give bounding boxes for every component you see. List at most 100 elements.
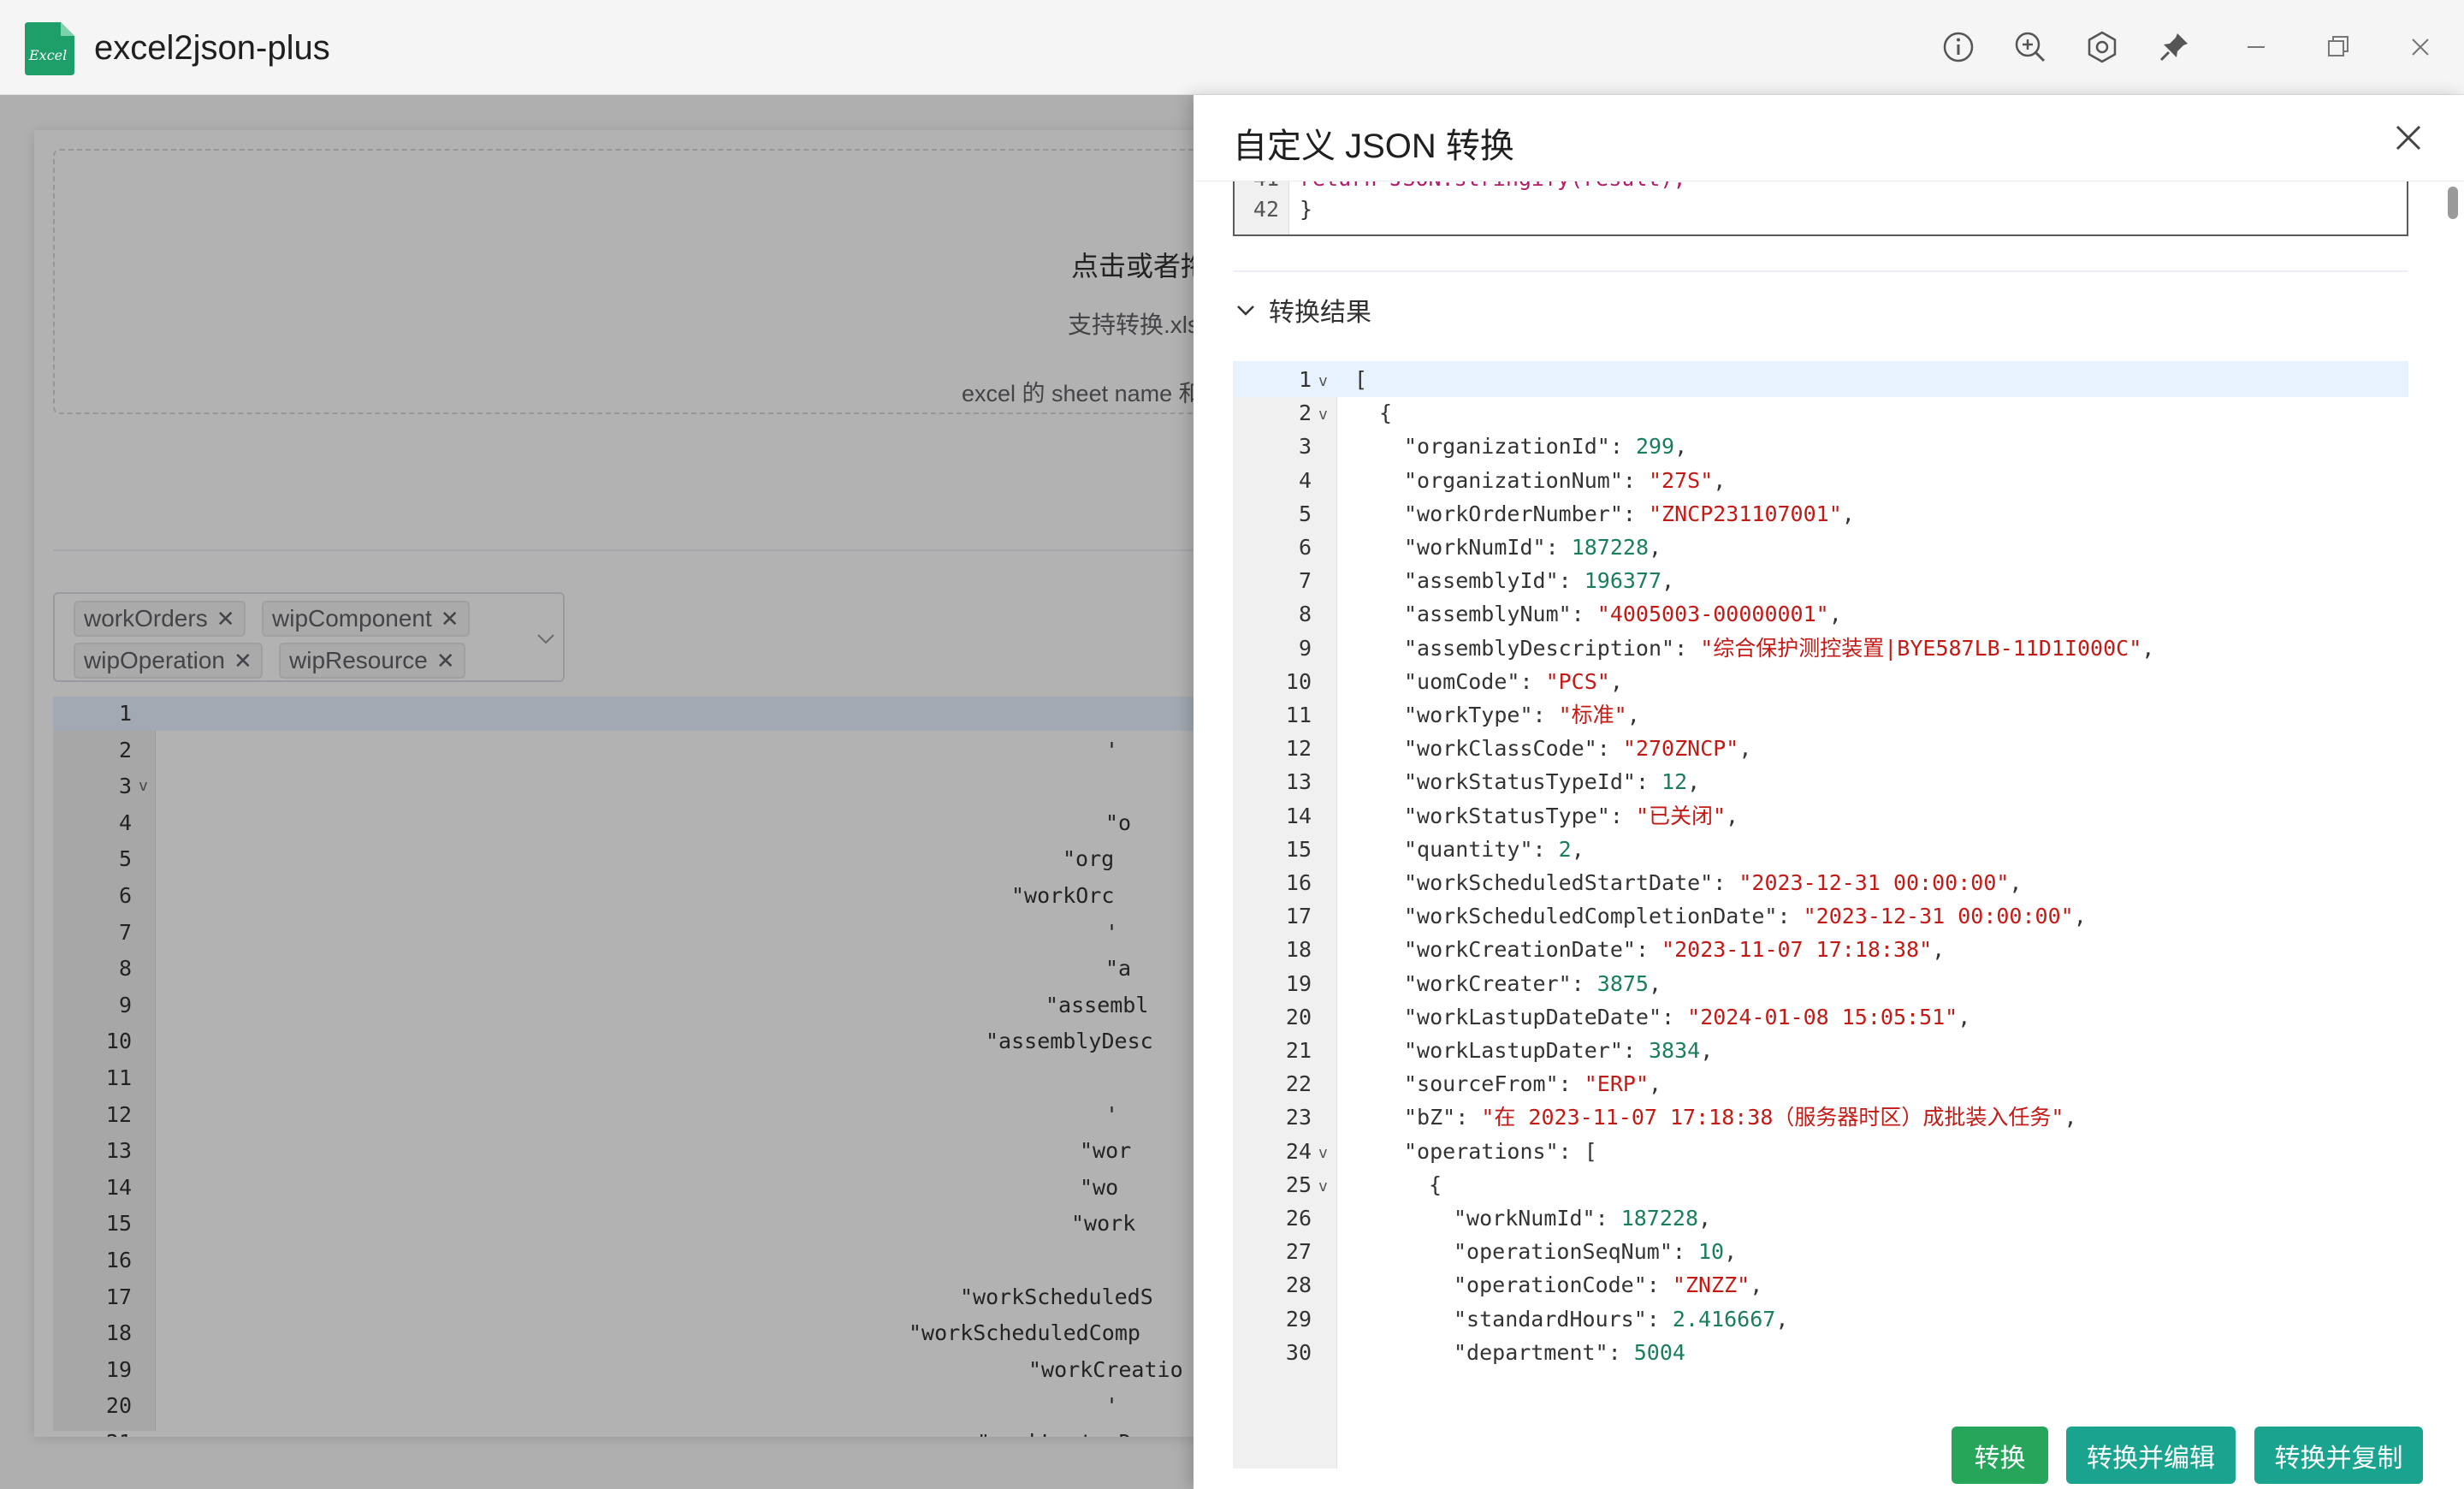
restore-icon[interactable] (2317, 26, 2360, 68)
json-punctuation: , (1775, 1306, 1789, 1332)
json-punctuation: : (1622, 1038, 1649, 1063)
json-punctuation: : (1674, 635, 1701, 661)
code-line: return JSON.stringify(result); (1300, 181, 1686, 191)
json-punctuation: : (1661, 1004, 1688, 1029)
line-number: 27 (1285, 1239, 1312, 1265)
code-text: "assemblyId": 196377, (1404, 564, 1674, 597)
json-key: "workStatusType" (1404, 803, 1610, 828)
json-punctuation: , (1713, 467, 1727, 493)
line-number: 2 (1298, 400, 1312, 426)
json-punctuation: : (1558, 568, 1584, 594)
json-punctuation: : [ (1558, 1138, 1597, 1164)
json-punctuation: , (1649, 535, 1662, 560)
code-text: "workCreater": 3875, (1404, 967, 1661, 1000)
code-text: "workType": "标准", (1404, 698, 1640, 732)
convert-and-edit-button[interactable]: 转换并编辑 (2066, 1427, 2236, 1484)
code-text: "workNumId": 187228, (1454, 1201, 1711, 1235)
json-punctuation: , (2141, 635, 2155, 661)
code-text: "organizationNum": "27S", (1404, 464, 1726, 497)
info-icon[interactable] (1937, 26, 1980, 68)
json-key: "workStatusTypeId" (1404, 769, 1636, 795)
line-number: 7 (1298, 568, 1312, 594)
json-punctuation: , (1828, 602, 1842, 627)
line-number: 41 (1235, 181, 1279, 191)
svg-text:Excel: Excel (28, 47, 67, 63)
json-key: "uomCode" (1404, 668, 1520, 694)
json-punctuation: , (2009, 870, 2023, 895)
json-punctuation: : (1622, 501, 1649, 526)
line-number: 14 (1285, 803, 1312, 828)
json-number-value: 10 (1697, 1239, 1725, 1265)
line-number: 20 (1285, 1004, 1312, 1029)
json-key: "quantity" (1404, 836, 1533, 862)
json-line: 7 "assemblyId": 196377, (1233, 564, 2408, 597)
json-line: 22 "sourceFrom": "ERP", (1233, 1067, 2408, 1100)
json-line: 4 "organizationNum": "27S", (1233, 464, 2408, 497)
json-string-value: "2023-11-07 17:18:38" (1661, 937, 1933, 963)
code-text: "workNumId": 187228, (1404, 531, 1661, 564)
json-line: 3 "organizationId": 299, (1233, 430, 2408, 463)
line-number: 24 (1285, 1138, 1312, 1164)
line-number: 12 (1285, 736, 1312, 762)
json-punctuation: , (1661, 568, 1675, 594)
json-key: "assemblyNum" (1404, 602, 1572, 627)
json-line: 20 "workLastupDateDate": "2024-01-08 15:0… (1233, 1000, 2408, 1034)
code-text: "department": 5004 (1454, 1336, 1685, 1369)
json-punctuation: , (2073, 904, 2087, 929)
json-string-value: "2024-01-08 15:05:51" (1687, 1004, 1958, 1029)
scrollbar-thumb[interactable] (2448, 187, 2458, 219)
convert-and-copy-button[interactable]: 转换并复制 (2254, 1427, 2423, 1484)
code-text: "organizationId": 299, (1404, 430, 1687, 463)
json-punctuation: : (1646, 1272, 1673, 1298)
json-string-value: "在 2023-11-07 17:18:38（服务器时区）成批装入任务" (1481, 1105, 2064, 1130)
json-key: "workClassCode" (1404, 736, 1597, 762)
json-punctuation: [ (1354, 367, 1368, 392)
script-editor[interactable]: 41 return JSON.stringify(result); 42 } (1233, 181, 2408, 236)
json-key: "assemblyId" (1404, 568, 1559, 594)
json-number-value: 2.416667 (1672, 1306, 1776, 1332)
minimize-icon[interactable] (2235, 26, 2277, 68)
close-icon[interactable] (2399, 26, 2442, 68)
drawer-close-icon[interactable] (2390, 119, 2427, 157)
settings-icon[interactable] (2081, 26, 2123, 68)
line-number: 15 (1285, 836, 1312, 862)
json-punctuation: : (1519, 668, 1546, 694)
json-key: "bZ" (1404, 1105, 1456, 1130)
json-punctuation: : (1713, 870, 1739, 895)
json-punctuation: , (1609, 668, 1623, 694)
code-text: [ (1354, 363, 1367, 396)
json-number-value: 299 (1635, 434, 1675, 460)
fold-toggle-icon[interactable]: v (1318, 1136, 1328, 1170)
json-line: 12 "workClassCode": "270ZNCP", (1233, 732, 2408, 765)
json-punctuation: : (1608, 1339, 1634, 1365)
line-number: 3 (1298, 434, 1312, 460)
zoom-in-icon[interactable] (2009, 26, 2052, 68)
json-line: 2 v { (1233, 396, 2408, 430)
json-key: "workNumId" (1404, 535, 1546, 560)
json-punctuation: : (1532, 836, 1559, 862)
line-number: 5 (1298, 501, 1312, 526)
line-number: 21 (1285, 1038, 1312, 1063)
json-line: 9 "assemblyDescription": "综合保护测控装置|BYE587… (1233, 632, 2408, 665)
json-line: 17 "workScheduledCompletionDate": "2023-1… (1233, 899, 2408, 933)
line-number: 8 (1298, 602, 1312, 627)
line-number: 9 (1298, 635, 1312, 661)
pin-icon[interactable] (2153, 26, 2195, 68)
json-line: 23 "bZ": "在 2023-11-07 17:18:38（服务器时区）成批装… (1233, 1100, 2408, 1134)
json-key: "workScheduledCompletionDate" (1404, 904, 1778, 929)
line-number: 18 (1285, 937, 1312, 963)
fold-toggle-icon[interactable]: v (1318, 1170, 1328, 1203)
convert-button[interactable]: 转换 (1952, 1427, 2048, 1484)
fold-toggle-icon[interactable]: v (1318, 398, 1328, 431)
json-key: "standardHours" (1454, 1306, 1647, 1332)
line-number: 1 (1298, 367, 1312, 392)
app-title: excel2json-plus (94, 29, 330, 67)
fold-toggle-icon[interactable]: v (1318, 365, 1328, 398)
json-key: "workLastupDateDate" (1404, 1004, 1662, 1029)
result-json-editor[interactable]: 1 v[2 v{3 "organizationId": 299, 4 "organizat… (1233, 361, 2408, 1468)
json-line: 24 v "operations": [ (1233, 1135, 2408, 1168)
json-string-value: "ZNZZ" (1672, 1272, 1750, 1298)
result-section-header[interactable]: 转换结果 (1233, 284, 1371, 335)
json-punctuation: , (1649, 1071, 1662, 1097)
code-text: "workLastupDater": 3834, (1404, 1034, 1713, 1067)
